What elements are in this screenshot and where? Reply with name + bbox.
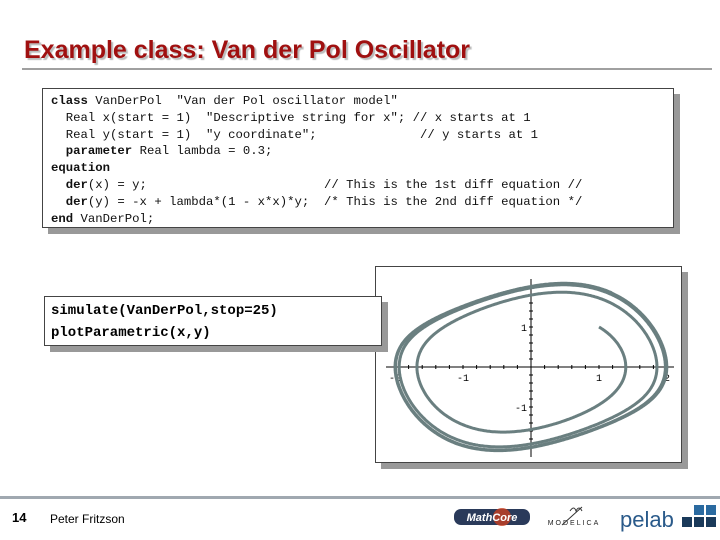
plot-command: plotParametric(x,y) <box>51 325 211 341</box>
pelab-logo: pelab <box>620 505 716 532</box>
modelica-logo: MODELICA <box>548 506 601 527</box>
phase-plot: -2 -1 1 2 1 -1 <box>375 266 682 463</box>
code-text: VanDerPol; <box>73 211 155 226</box>
code-keyword: der <box>65 194 88 209</box>
code-keyword: class <box>51 94 88 108</box>
page-number: 14 <box>12 510 27 525</box>
code-line: end VanDerPol; <box>51 211 673 228</box>
code-line: parameter Real lambda = 0.3; <box>51 143 673 160</box>
slide-title: Example class: Van der Pol Oscillator <box>24 36 471 64</box>
code-text: VanDerPol "Van der Pol oscillator model" <box>87 94 398 108</box>
code-line: der(x) = y; // This is the 1st diff equa… <box>51 177 673 194</box>
code-text: (y) = -x + lambda*(1 - x*x)*y; /* This i… <box>87 194 583 209</box>
simulate-command: simulate(VanDerPol,stop=25) <box>51 303 278 319</box>
code-line: Real x(start = 1) "Descriptive string fo… <box>51 110 673 127</box>
code-line: der(y) = -x + lambda*(1 - x*x)*y; /* Thi… <box>51 194 673 211</box>
code-line: Real y(start = 1) "y coordinate"; // y s… <box>51 127 673 144</box>
footer-divider <box>0 496 720 499</box>
x-tick-label: -1 <box>457 374 469 385</box>
code-text: Real x(start = 1) "Descriptive string fo… <box>51 110 531 125</box>
phase-plot-svg: -2 -1 1 21-1 <box>386 279 674 457</box>
svg-text:pelab: pelab <box>620 507 674 532</box>
author: Peter Fritzson <box>50 512 125 526</box>
code-keyword: end <box>51 211 74 226</box>
code-keyword: der <box>65 177 88 192</box>
y-tick-label: -1 <box>515 404 527 415</box>
code-text: Real lambda = 0.3; <box>132 144 273 159</box>
modelica-code-box: class VanDerPol "Van der Pol oscillator … <box>42 88 674 228</box>
code-text: Real y(start = 1) "y coordinate"; // y s… <box>51 127 539 142</box>
simulate-command-box: simulate(VanDerPol,stop=25) plotParametri… <box>44 296 382 346</box>
code-line: class VanDerPol "Van der Pol oscillator … <box>51 93 673 110</box>
code-keyword: equation <box>51 161 111 176</box>
svg-text:MathCore: MathCore <box>467 512 518 524</box>
code-keyword: parameter <box>65 144 133 159</box>
y-tick-label: 1 <box>521 324 527 335</box>
svg-text:MODELICA: MODELICA <box>548 520 601 527</box>
mathcore-logo: MathCore <box>454 508 530 526</box>
x-tick-label: 1 <box>596 374 602 385</box>
title-divider <box>22 68 712 70</box>
logos: MathCore MODELICA pelab <box>454 505 716 532</box>
code-line: equation <box>51 160 673 177</box>
code-text: (x) = y; // This is the 1st diff equatio… <box>87 177 583 192</box>
